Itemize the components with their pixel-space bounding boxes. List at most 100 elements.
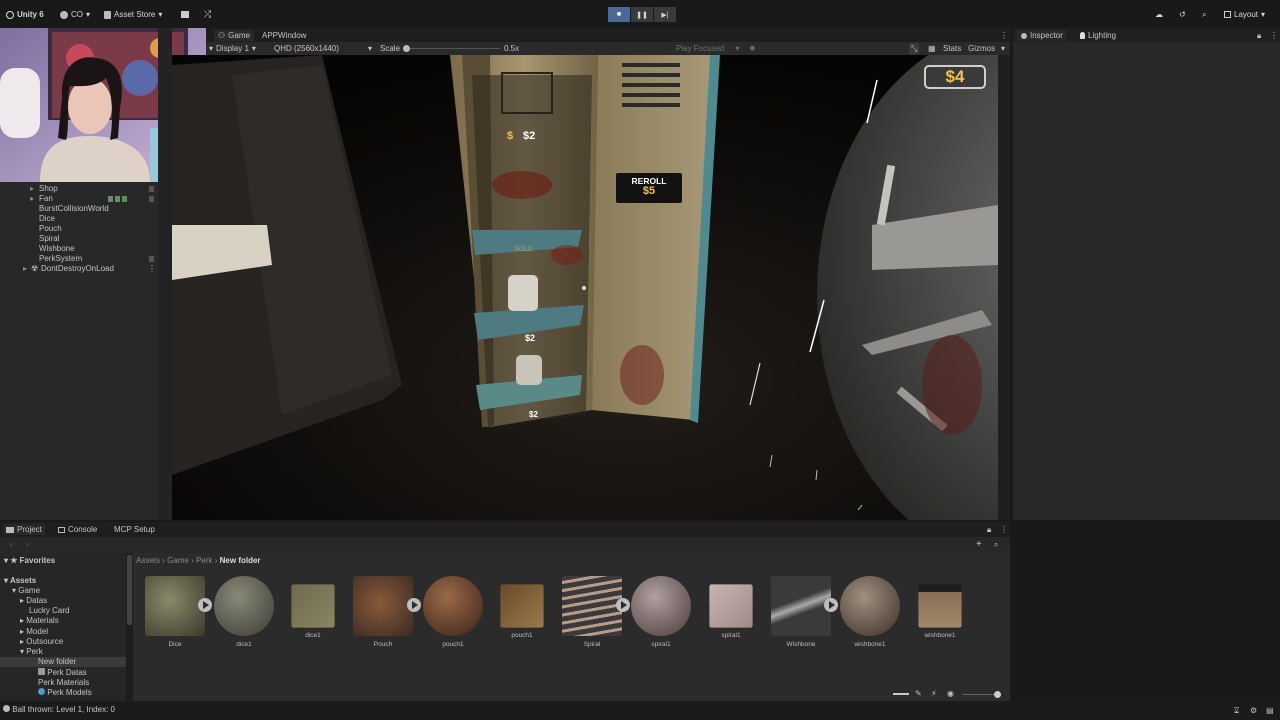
forward-arrow-icon[interactable]: ›	[26, 539, 29, 550]
view-mode-icon[interactable]	[893, 693, 909, 695]
search-icon[interactable]: ⌕	[994, 539, 998, 550]
breadcrumb-item[interactable]: Assets	[136, 556, 160, 565]
expand-prefab-icon[interactable]	[824, 598, 838, 612]
asset-spiral1-material[interactable]: spiral1	[701, 576, 761, 639]
breadcrumb-item[interactable]: Perk	[196, 556, 212, 565]
debug-icon[interactable]: ⚙	[1250, 706, 1257, 715]
breadcrumb-item[interactable]: Game	[167, 556, 189, 565]
lock-icon[interactable]: 🔒︎	[987, 524, 991, 535]
hierarchy-item-burstcollisionworld[interactable]: BurstCollisionWorld	[0, 204, 158, 214]
resolution-chevron-icon[interactable]: ▾	[368, 43, 372, 54]
lock-icon[interactable]: 🔒︎	[1257, 30, 1261, 41]
expand-arrow-icon[interactable]: ▸	[30, 184, 34, 193]
asset-dice1-mesh[interactable]: dice1	[214, 576, 274, 648]
tab-lighting[interactable]: Lighting	[1080, 30, 1116, 41]
status-message[interactable]: Ball thrown: Level 1, Index: 0	[3, 705, 115, 715]
asset-wishbone1-material[interactable]: wishbone1	[910, 576, 970, 639]
hierarchy-item-dontdestroyonload[interactable]: ▸ ☢ DontDestroyOnLoad ⋮	[0, 264, 158, 274]
scale-slider[interactable]	[404, 48, 500, 49]
expand-prefab-icon[interactable]	[407, 598, 421, 612]
visibility-icon[interactable]	[149, 196, 154, 202]
more-options-icon[interactable]: ⋮	[148, 264, 156, 273]
hierarchy-item-pouch[interactable]: Pouch	[0, 224, 158, 234]
unity-menu-button[interactable]: Unity 6	[6, 8, 44, 21]
tab-project[interactable]: Project	[3, 524, 45, 535]
add-asset-button[interactable]: +	[976, 539, 982, 550]
hierarchy-item-spiral[interactable]: Spiral	[0, 234, 158, 244]
tree-item-new-folder[interactable]: New folder	[0, 657, 126, 667]
account-dropdown[interactable]: CO ▾	[60, 8, 90, 21]
progress-icon[interactable]: ⌛︎	[1234, 706, 1239, 716]
tree-item-game[interactable]: ▾ Game	[12, 586, 40, 596]
more-options-icon[interactable]: ⋮	[1270, 30, 1278, 41]
package-button[interactable]	[181, 8, 189, 21]
tree-item-perk-datas[interactable]: Perk Datas	[38, 668, 87, 678]
hierarchy-scrollbar[interactable]	[158, 28, 172, 520]
more-options-icon[interactable]: ⋮	[1000, 30, 1008, 41]
asset-pouch-model[interactable]: Pouch	[353, 576, 413, 648]
hierarchy-item-shop[interactable]: ▸ Shop	[0, 184, 158, 194]
notification-icon[interactable]: ▤	[1266, 706, 1274, 715]
expand-arrow-icon[interactable]: ▸	[30, 194, 34, 203]
stats-button[interactable]: Stats	[943, 43, 961, 54]
asset-pouch1-material[interactable]: pouch1	[492, 576, 552, 639]
hierarchy-item-fan[interactable]: ▸ Fan	[0, 194, 158, 204]
gizmos-button[interactable]: Gizmos	[968, 43, 995, 54]
tree-item-outsource[interactable]: ▸ Outsource	[20, 637, 63, 647]
asset-dice1-material[interactable]: dice1	[283, 576, 343, 639]
pause-button[interactable]: ❚❚	[631, 7, 653, 22]
visibility-icon[interactable]	[149, 256, 154, 262]
search-button[interactable]: ⌕	[1202, 8, 1206, 21]
resolution-dropdown[interactable]: QHD (2560x1440)	[274, 43, 339, 54]
tab-console[interactable]: Console	[58, 524, 97, 535]
brush-icon[interactable]: ✎	[915, 689, 922, 698]
tab-mcp-setup[interactable]: MCP Setup	[114, 524, 155, 535]
asset-wishbone-model[interactable]: Wishbone	[771, 576, 831, 648]
game-viewport[interactable]: $4 $ $2 REROLL $5 SOLD $2 $2	[172, 55, 998, 520]
tree-item-model[interactable]: ▸ Model	[20, 627, 48, 637]
expand-prefab-icon[interactable]	[616, 598, 630, 612]
hierarchy-item-perksystem[interactable]: PerkSystem	[0, 254, 158, 264]
asset-store-dropdown[interactable]: Asset Store ▾	[104, 8, 162, 21]
tree-item-assets[interactable]: ▾ Assets	[4, 576, 36, 586]
cloud-button[interactable]: ☁	[1155, 8, 1163, 21]
play-focused-dropdown[interactable]: Play Focused ▾	[676, 43, 739, 54]
gizmos-chevron-icon[interactable]: ▾	[1001, 43, 1005, 54]
thumbnail-size-handle[interactable]	[994, 691, 1001, 698]
maximize-on-play-button[interactable]: ⤡	[909, 43, 920, 54]
hierarchy-item-dice[interactable]: Dice	[0, 214, 158, 224]
reroll-button[interactable]: REROLL $5	[616, 173, 682, 203]
tree-item-materials[interactable]: ▸ Materials	[20, 616, 59, 626]
tab-game[interactable]: ⚇ Game	[214, 30, 254, 41]
asset-spiral1-mesh[interactable]: spiral1	[631, 576, 691, 648]
tab-inspector[interactable]: Inspector	[1017, 30, 1067, 41]
asset-pouch1-mesh[interactable]: pouch1	[423, 576, 483, 648]
scale-slider-handle[interactable]	[403, 45, 410, 52]
tree-item-perk[interactable]: ▾ Perk	[20, 647, 43, 657]
expand-arrow-icon[interactable]: ▸	[23, 264, 27, 273]
asset-dice-model[interactable]: Dice	[145, 576, 205, 648]
mute-audio-button[interactable]: ✺	[749, 43, 756, 54]
asset-spiral-model[interactable]: Spiral	[562, 576, 622, 648]
asset-wishbone1-mesh[interactable]: wishbone1	[840, 576, 900, 648]
visibility-icon[interactable]	[149, 186, 154, 192]
favorites-header[interactable]: ▾ ★ Favorites	[4, 556, 55, 566]
eye-icon[interactable]: ◉	[947, 689, 954, 698]
layout-dropdown[interactable]: Layout ▾	[1224, 8, 1265, 21]
folder-tree-scrollbar[interactable]	[126, 553, 133, 701]
stop-button[interactable]: ■	[608, 7, 630, 22]
scrollbar-thumb[interactable]	[127, 555, 132, 625]
hierarchy-item-wishbone[interactable]: Wishbone	[0, 244, 158, 254]
tree-item-datas[interactable]: ▸ Datas	[20, 596, 47, 606]
history-button[interactable]: ↺	[1179, 8, 1186, 21]
tab-appwindow[interactable]: APPWindow	[262, 30, 306, 41]
step-button[interactable]: ▶|	[654, 7, 676, 22]
tree-item-lucky-card[interactable]: Lucky Card	[29, 606, 69, 616]
version-control-button[interactable]: ⤮	[204, 8, 211, 21]
tree-item-perk-models[interactable]: Perk Models	[38, 688, 92, 698]
more-options-icon[interactable]: ⋮	[1000, 524, 1008, 535]
frame-debug-button[interactable]: ▦	[928, 43, 936, 54]
back-arrow-icon[interactable]: ‹	[10, 539, 13, 550]
display-dropdown[interactable]: ▾ Display 1 ▾	[209, 43, 256, 54]
tree-item-perk-materials[interactable]: Perk Materials	[38, 678, 89, 688]
